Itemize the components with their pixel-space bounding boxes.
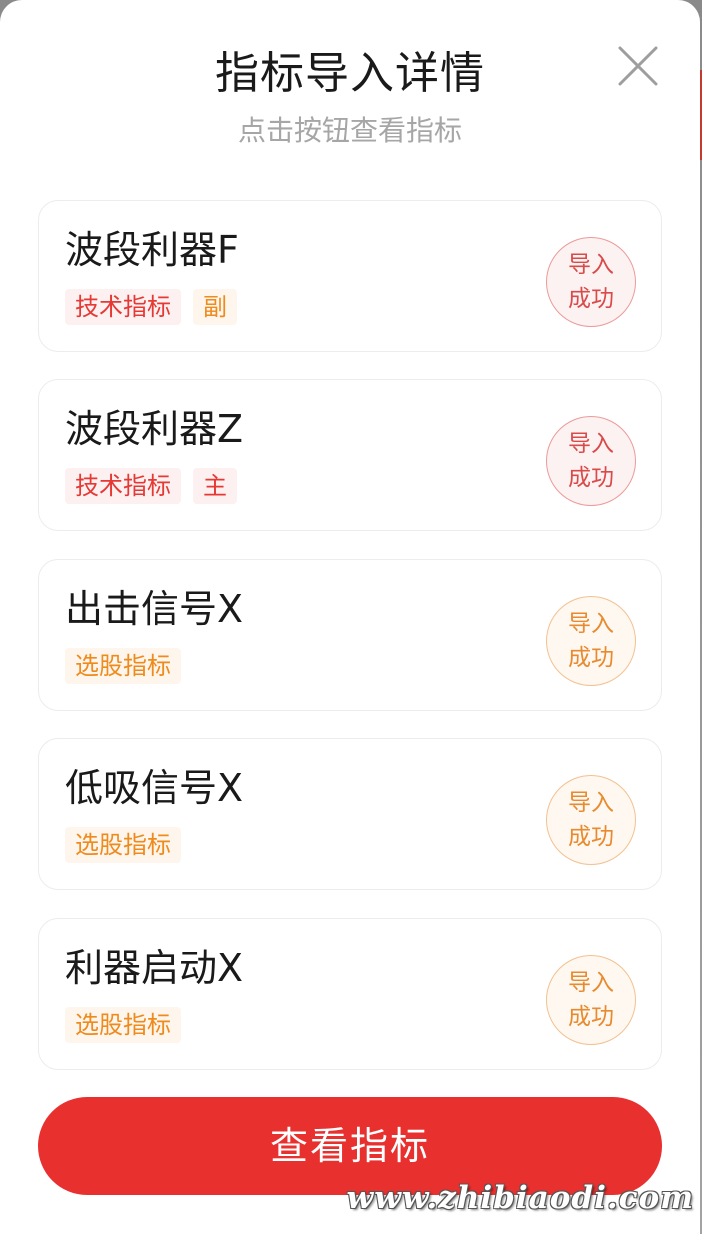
- indicator-tags: 选股指标: [65, 827, 181, 863]
- indicator-tags: 选股指标: [65, 648, 181, 684]
- stamp-line-1: 导入: [568, 790, 614, 816]
- stamp-line-2: 成功: [568, 286, 614, 312]
- indicator-card[interactable]: 低吸信号X 选股指标 导入 成功: [38, 738, 662, 890]
- indicator-name: 波段利器F: [65, 228, 239, 272]
- stamp-line-1: 导入: [568, 252, 614, 278]
- stamp-line-1: 导入: [568, 431, 614, 457]
- indicator-chart-tag: 副: [193, 289, 237, 325]
- import-success-stamp: 导入 成功: [546, 416, 636, 506]
- indicator-name: 低吸信号X: [65, 766, 244, 810]
- indicator-card[interactable]: 出击信号X 选股指标 导入 成功: [38, 559, 662, 711]
- indicator-name: 出击信号X: [65, 587, 244, 631]
- stamp-line-2: 成功: [568, 645, 614, 671]
- close-button[interactable]: [612, 40, 664, 92]
- indicator-tags: 技术指标 副: [65, 289, 237, 325]
- import-details-modal: 指标导入详情 点击按钮查看指标 波段利器F 技术指标 副 导入 成功 波段利器Z…: [0, 0, 700, 1234]
- import-success-stamp: 导入 成功: [546, 237, 636, 327]
- indicator-name: 波段利器Z: [65, 407, 244, 451]
- indicator-tags: 选股指标: [65, 1007, 181, 1043]
- stamp-line-2: 成功: [568, 1004, 614, 1030]
- modal-title: 指标导入详情: [215, 48, 485, 99]
- indicator-tags: 技术指标 主: [65, 468, 237, 504]
- indicator-name: 利器启动X: [65, 946, 244, 990]
- stamp-line-2: 成功: [568, 465, 614, 491]
- indicator-card[interactable]: 波段利器F 技术指标 副 导入 成功: [38, 200, 662, 352]
- indicator-type-tag: 选股指标: [65, 1007, 181, 1043]
- modal-subtitle: 点击按钮查看指标: [237, 114, 462, 147]
- indicator-type-tag: 选股指标: [65, 827, 181, 863]
- import-success-stamp: 导入 成功: [546, 955, 636, 1045]
- indicator-type-tag: 选股指标: [65, 648, 181, 684]
- stamp-line-2: 成功: [568, 824, 614, 850]
- stamp-line-1: 导入: [568, 970, 614, 996]
- indicator-type-tag: 技术指标: [65, 289, 181, 325]
- indicator-chart-tag: 主: [193, 468, 237, 504]
- import-success-stamp: 导入 成功: [546, 775, 636, 865]
- indicator-type-tag: 技术指标: [65, 468, 181, 504]
- stamp-line-1: 导入: [568, 611, 614, 637]
- site-watermark: www.zhibiaodi.com: [346, 1180, 694, 1216]
- close-icon: [618, 46, 658, 86]
- indicator-card[interactable]: 波段利器Z 技术指标 主 导入 成功: [38, 379, 662, 531]
- indicator-card[interactable]: 利器启动X 选股指标 导入 成功: [38, 918, 662, 1070]
- import-success-stamp: 导入 成功: [546, 596, 636, 686]
